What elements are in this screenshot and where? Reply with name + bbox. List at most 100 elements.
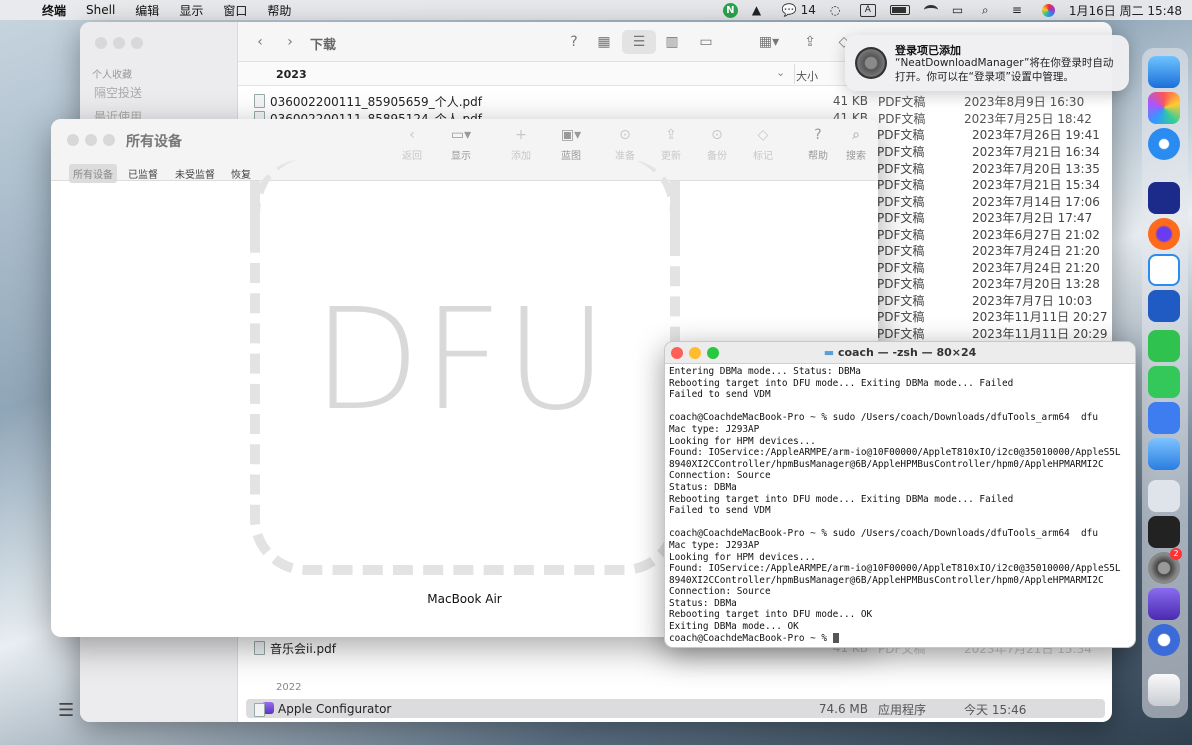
tool-update[interactable]: ⇪ 更新 (649, 127, 693, 162)
tool-add[interactable]: + 添加 (499, 127, 543, 162)
settings-gear-icon (855, 47, 887, 79)
icon-view-icon[interactable]: ▦ (592, 30, 616, 54)
finder-icon[interactable] (1148, 56, 1180, 88)
cloud-app-icon[interactable]: ▲ (752, 3, 768, 17)
system-settings-icon[interactable]: 2 (1148, 548, 1182, 584)
menu-bar: 终端 Shell 编辑 显示 窗口 帮助 N ▲ 💬 14 ◌ A ▭ ⌕ ≡ … (0, 0, 1192, 20)
app-row[interactable]: Apple Configurator 74.6 MB 应用程序 今天 15:46 (248, 701, 1104, 717)
cfg-zoom-button[interactable] (103, 134, 115, 146)
terminal-line: ​ (669, 401, 1131, 413)
file-date: 今天 15:46 (964, 702, 1027, 717)
control-center-icon[interactable]: ≡ (1012, 3, 1028, 17)
tool-search[interactable]: ⌕ 搜索 (834, 127, 878, 162)
blueprint-icon: ▣▾ (560, 127, 582, 143)
prepare-icon: ⊙ (619, 127, 631, 143)
tool-prepare[interactable]: ⊙ 准备 (603, 127, 647, 162)
file-size: 41 KB (832, 94, 868, 108)
dock: 2 (1142, 48, 1188, 718)
tool-blueprint[interactable]: ▣▾ 蓝图 (549, 127, 593, 162)
wifi-icon[interactable] (923, 5, 938, 15)
finder-zoom-button[interactable] (131, 37, 143, 49)
file-date: 2023年11月11日 20:29 (972, 327, 1108, 341)
cfg-close-button[interactable] (67, 134, 79, 146)
menu-help[interactable]: 帮助 (257, 2, 301, 19)
notification-icon[interactable]: ▭ (952, 3, 968, 17)
cfg-minimize-button[interactable] (85, 134, 97, 146)
terminal-title-text: coach — -zsh — 80×24 (837, 346, 977, 359)
word-icon[interactable] (1148, 290, 1180, 322)
wechat-status-icon[interactable]: 💬 14 (782, 3, 816, 17)
tag-icon: ◇ (757, 127, 769, 143)
terminal-line: Mac type: J293AP (669, 539, 760, 551)
terminal-icon[interactable] (1148, 516, 1180, 548)
launchpad-icon[interactable] (1148, 92, 1180, 124)
cloud-drive-icon[interactable] (1148, 402, 1180, 434)
file-kind: PDF文稿 (878, 94, 926, 109)
terminal-output[interactable]: Entering DBMa mode... Status: DBMa Reboot… (665, 364, 1135, 646)
menubar-clock[interactable]: 1月16日 周二 15:48 (1069, 2, 1182, 19)
tool-backup[interactable]: ⊙ 备份 (695, 127, 739, 162)
terminal-line: Entering DBMa mode... Status: DBMa (669, 366, 861, 377)
forward-arrow-icon[interactable]: › (278, 30, 302, 54)
file-row[interactable]: 036002200111_85905659_个人.pdf 41 KB PDF文稿… (248, 93, 1104, 109)
firefox-icon[interactable] (1148, 218, 1180, 250)
siri-icon[interactable] (1041, 3, 1055, 17)
gallery-view-icon[interactable]: ▭ (694, 30, 718, 54)
group-by-icon[interactable]: ▦▾ (752, 30, 786, 54)
apple-configurator-dock-icon[interactable] (1148, 588, 1180, 620)
terminal-prompt-line[interactable]: coach@CoachdeMacBook-Pro ~ % (669, 633, 1131, 645)
help-icon[interactable]: ? (562, 30, 586, 54)
file-date: 2023年7月25日 18:42 (964, 111, 1092, 126)
menu-view[interactable]: 显示 (169, 2, 213, 19)
terminal-line: Looking for HPM devices... (669, 551, 816, 563)
terminal-line: coach@CoachdeMacBook-Pro ~ % sudo /Users… (669, 412, 1098, 424)
file-size: 74.6 MB (818, 702, 868, 716)
file-date: 2023年6月27日 21:02 (972, 228, 1100, 242)
battery-icon[interactable] (889, 5, 910, 15)
input-source-icon[interactable]: A (859, 3, 876, 17)
update-icon: ⇪ (665, 127, 677, 143)
sidebar-section-favorites: 个人收藏 (92, 70, 132, 81)
sidebar-item-airdrop[interactable]: 隔空投送 (94, 84, 142, 101)
ndm-status-icon[interactable]: N (722, 2, 738, 18)
hamburger-menu-icon[interactable]: ☰ (58, 700, 74, 721)
tool-tag[interactable]: ◇ 标记 (741, 127, 785, 162)
wechat-icon[interactable] (1148, 330, 1180, 362)
collapse-chevron-icon[interactable]: ⌄ (776, 66, 785, 79)
mail-icon[interactable] (1148, 438, 1180, 470)
back-icon: ‹ (409, 127, 415, 143)
webex-icon[interactable] (1148, 182, 1180, 214)
terminal-line: Found: IOService:/AppleARMPE/arm-io@10F0… (669, 563, 1121, 575)
messages-app-icon[interactable] (1148, 254, 1180, 286)
menu-window[interactable]: 窗口 (213, 2, 257, 19)
preview-icon[interactable] (1148, 480, 1180, 512)
segment-unsupervised[interactable]: 未受监督 (171, 164, 219, 183)
trash-icon[interactable] (1148, 674, 1180, 706)
file-date: 2023年7月7日 10:03 (972, 294, 1093, 308)
share-icon[interactable]: ⇪ (798, 30, 822, 54)
list-view-icon[interactable]: ☰ (622, 30, 656, 54)
finder-close-button[interactable] (95, 37, 107, 49)
menu-app[interactable]: 终端 (32, 2, 76, 19)
terminal-line: Rebooting target into DFU mode... Exitin… (669, 377, 1014, 389)
menu-shell[interactable]: Shell (76, 3, 125, 17)
segment-all-devices[interactable]: 所有设备 (69, 164, 117, 183)
quicktime-icon[interactable] (1148, 624, 1180, 656)
tool-view[interactable]: ▭▾ 显示 (439, 127, 483, 162)
numbers-icon[interactable] (1148, 366, 1180, 398)
menu-edit[interactable]: 编辑 (125, 2, 169, 19)
segment-supervised[interactable]: 已监督 (124, 164, 162, 183)
spotlight-search-icon[interactable]: ⌕ (982, 3, 998, 17)
column-view-icon[interactable]: ▥ (660, 30, 684, 54)
chat-bubble-icon[interactable]: ◌ (830, 3, 846, 17)
tool-label: 帮助 (808, 151, 828, 162)
tool-back[interactable]: ‹ 返回 (390, 127, 434, 162)
login-item-notification[interactable]: 登录项已添加 “NeatDownloadManager”将在你登录时自动打开。你… (845, 35, 1129, 91)
file-date: 2023年7月2日 17:47 (972, 211, 1093, 225)
text-cursor (832, 633, 839, 644)
safari-icon[interactable] (1148, 128, 1180, 160)
column-header-size[interactable]: 大小 (796, 68, 818, 84)
terminal-line: Failed to send VDM (669, 389, 771, 401)
finder-minimize-button[interactable] (113, 37, 125, 49)
back-arrow-icon[interactable]: ‹ (248, 30, 272, 54)
